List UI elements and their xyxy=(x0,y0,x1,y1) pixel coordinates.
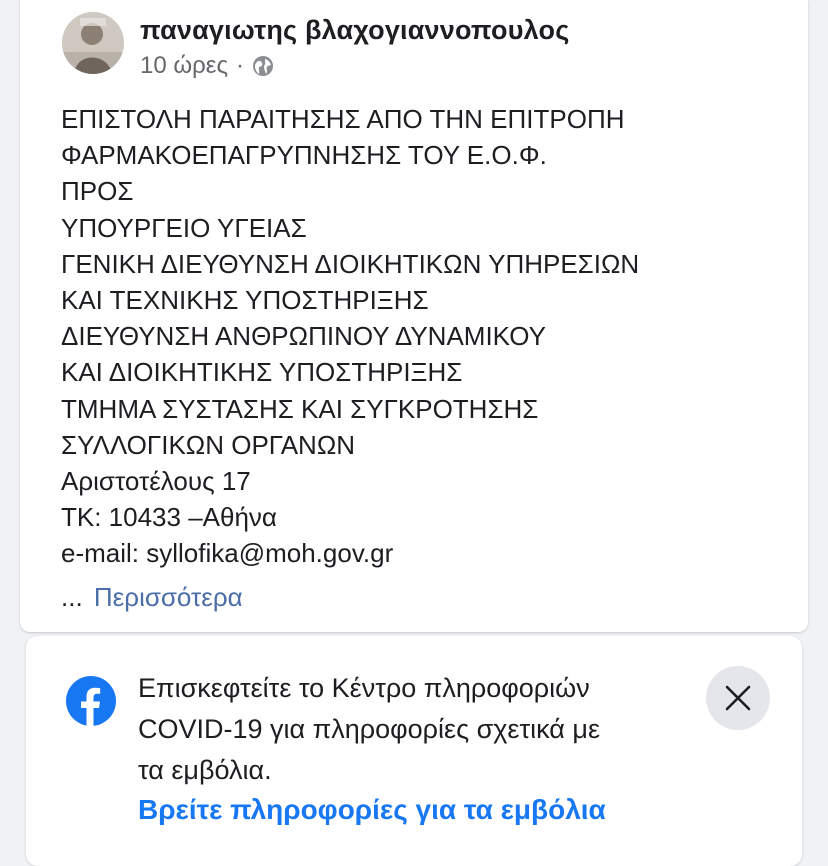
covid-banner-text-line: τα εμβόλια. xyxy=(138,755,272,785)
post-text-line: Αριστοτέλους 17 xyxy=(61,466,251,497)
post-text-line: e-mail: syllofika@moh.gov.gr xyxy=(61,538,394,569)
post-text-line: ΦΑΡΜΑΚΟΕΠΑΓΡΥΠΝΗΣΗΣ ΤΟΥ Ε.Ο.Φ. xyxy=(61,140,547,171)
post-text-line: ΣΥΛΛΟΓΙΚΩΝ ΟΡΓΑΝΩΝ xyxy=(61,429,356,460)
post-author-name[interactable]: παναγιωτης βλαχογιαννοπουλος xyxy=(140,15,569,46)
post-card: παναγιωτης βλαχογιαννοπουλος 10 ώρες · Ε… xyxy=(20,0,808,632)
ellipsis: ... xyxy=(61,582,83,612)
post-text-line: ΔΙΕΥΘΥΝΣΗ ΑΝΘΡΩΠΙΝΟΥ ΔΥΝΑΜΙΚΟΥ xyxy=(61,321,546,352)
post-text-line: ΕΠΙΣΤΟΛΗ ΠΑΡΑΙΤΗΣΗΣ ΑΠΟ ΤΗΝ ΕΠΙΤΡΟΠΗ xyxy=(61,104,625,134)
post-text-line: ΤΚ: 10433 –Αθήνα xyxy=(61,502,277,533)
globe-icon xyxy=(252,55,274,77)
post-text-line: ΥΠΟΥΡΓΕΙΟ ΥΓΕΙΑΣ xyxy=(61,212,307,243)
post-text-line: ΤΜΗΜΑ ΣΥΣΤΑΣΗΣ ΚΑΙ ΣΥΓΚΡΟΤΗΣΗΣ xyxy=(61,393,539,424)
avatar[interactable] xyxy=(62,12,124,74)
post-text-line: ΚΑΙ ΤΕΧΝΙΚΗΣ ΥΠΟΣΤΗΡΙΞΗΣ xyxy=(61,285,429,316)
close-banner-button[interactable] xyxy=(706,666,770,730)
covid-banner-text-line: COVID-19 για πληροφορίες σχετικά με xyxy=(138,714,601,744)
meta-separator: · xyxy=(236,52,245,79)
covid-info-banner: Επισκεφτείτε το Κέντρο πληροφοριών COVID… xyxy=(26,636,802,866)
post-text-line: ΠΡΟΣ xyxy=(61,176,134,207)
post-meta: 10 ώρες · xyxy=(140,52,274,80)
see-more-link[interactable]: Περισσότερα xyxy=(94,582,243,612)
post-text: ΕΠΙΣΤΟΛΗ ΠΑΡΑΙΤΗΣΗΣ ΑΠΟ ΤΗΝ ΕΠΙΤΡΟΠΗ ΦΑΡ… xyxy=(61,101,801,572)
post-text-line: ΚΑΙ ΔΙΟΙΚΗΤΙΚΗΣ ΥΠΟΣΤΗΡΙΞΗΣ xyxy=(61,357,463,388)
see-more-row: ... Περισσότερα xyxy=(61,582,243,613)
close-icon xyxy=(725,685,751,711)
post-text-line: ΓΕΝΙΚΗ ΔΙΕΥΘΥΝΣΗ ΔΙΟΙΚΗΤΙΚΩΝ ΥΠΗΡΕΣΙΩΝ xyxy=(61,248,640,279)
facebook-logo-icon xyxy=(66,676,116,726)
covid-banner-text: Επισκεφτείτε το Κέντρο πληροφοριών COVID… xyxy=(138,668,698,791)
avatar-image xyxy=(62,12,124,74)
post-timestamp[interactable]: 10 ώρες xyxy=(140,52,228,80)
vaccine-info-link[interactable]: Βρείτε πληροφορίες για τα εμβόλια xyxy=(138,794,606,826)
covid-banner-text-line: Επισκεφτείτε το Κέντρο πληροφοριών xyxy=(138,673,590,703)
